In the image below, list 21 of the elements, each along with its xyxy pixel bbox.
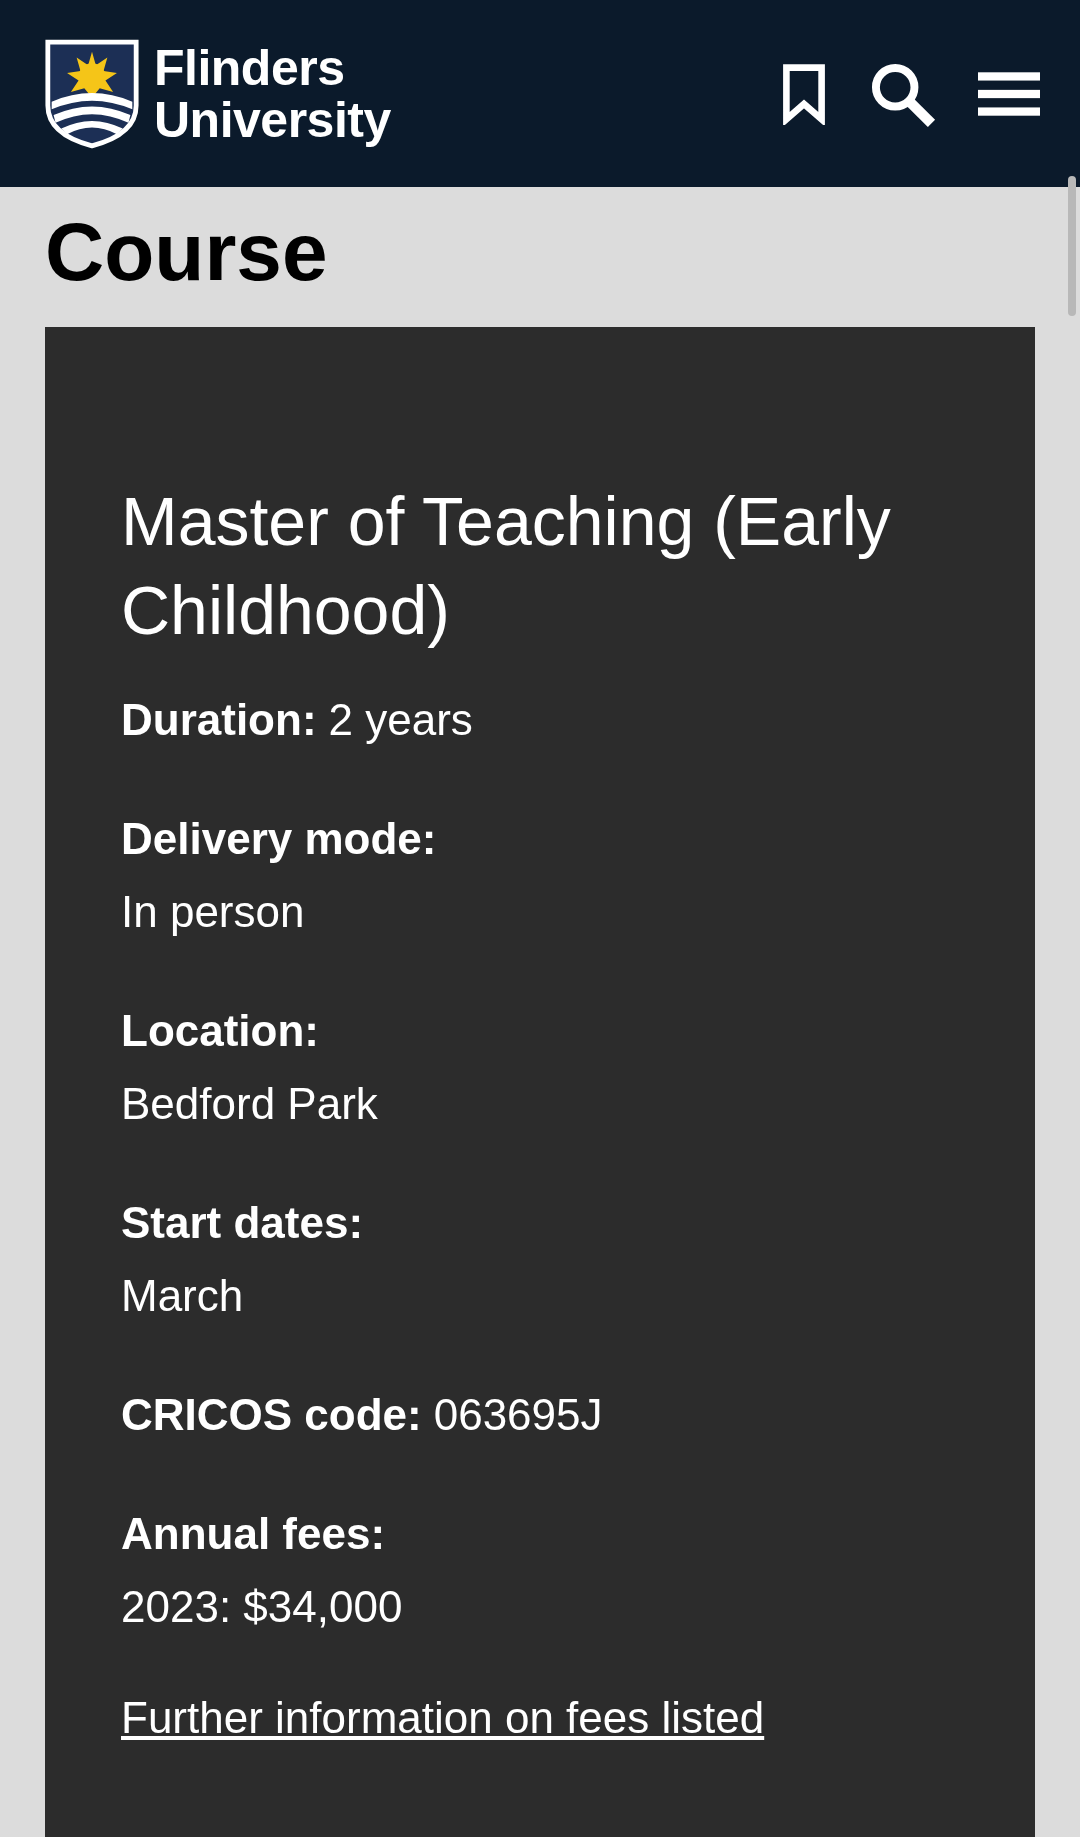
bookmark-icon[interactable] — [782, 62, 826, 125]
university-name: Flinders — [154, 41, 346, 94]
fact-label: Delivery mode: — [121, 814, 437, 863]
fact-label: Location: — [121, 1006, 319, 1055]
university-name: University — [154, 93, 391, 146]
page-title: Course — [45, 205, 329, 299]
fact-label: Start dates: — [121, 1198, 364, 1247]
fact-value: 2 years — [328, 695, 473, 744]
fact-value: In person — [121, 887, 305, 936]
fact-value: 063695J — [433, 1390, 603, 1439]
fact-label: Annual fees: — [121, 1509, 386, 1558]
fact-value: Bedford Park — [121, 1079, 378, 1128]
fact-value: March — [121, 1271, 244, 1320]
fact-value: 2023: $34,000 — [121, 1582, 403, 1631]
fees-link[interactable]: Further information on fees listed — [121, 1693, 765, 1743]
scrollbar[interactable] — [1068, 176, 1076, 316]
fact-label: Duration: — [121, 695, 317, 744]
menu-icon[interactable] — [978, 69, 1040, 118]
fact-label: CRICOS code: — [121, 1390, 422, 1439]
university-logo-icon[interactable] — [44, 37, 140, 150]
course-title: Master of Teaching (Early Childhood) — [121, 482, 892, 650]
